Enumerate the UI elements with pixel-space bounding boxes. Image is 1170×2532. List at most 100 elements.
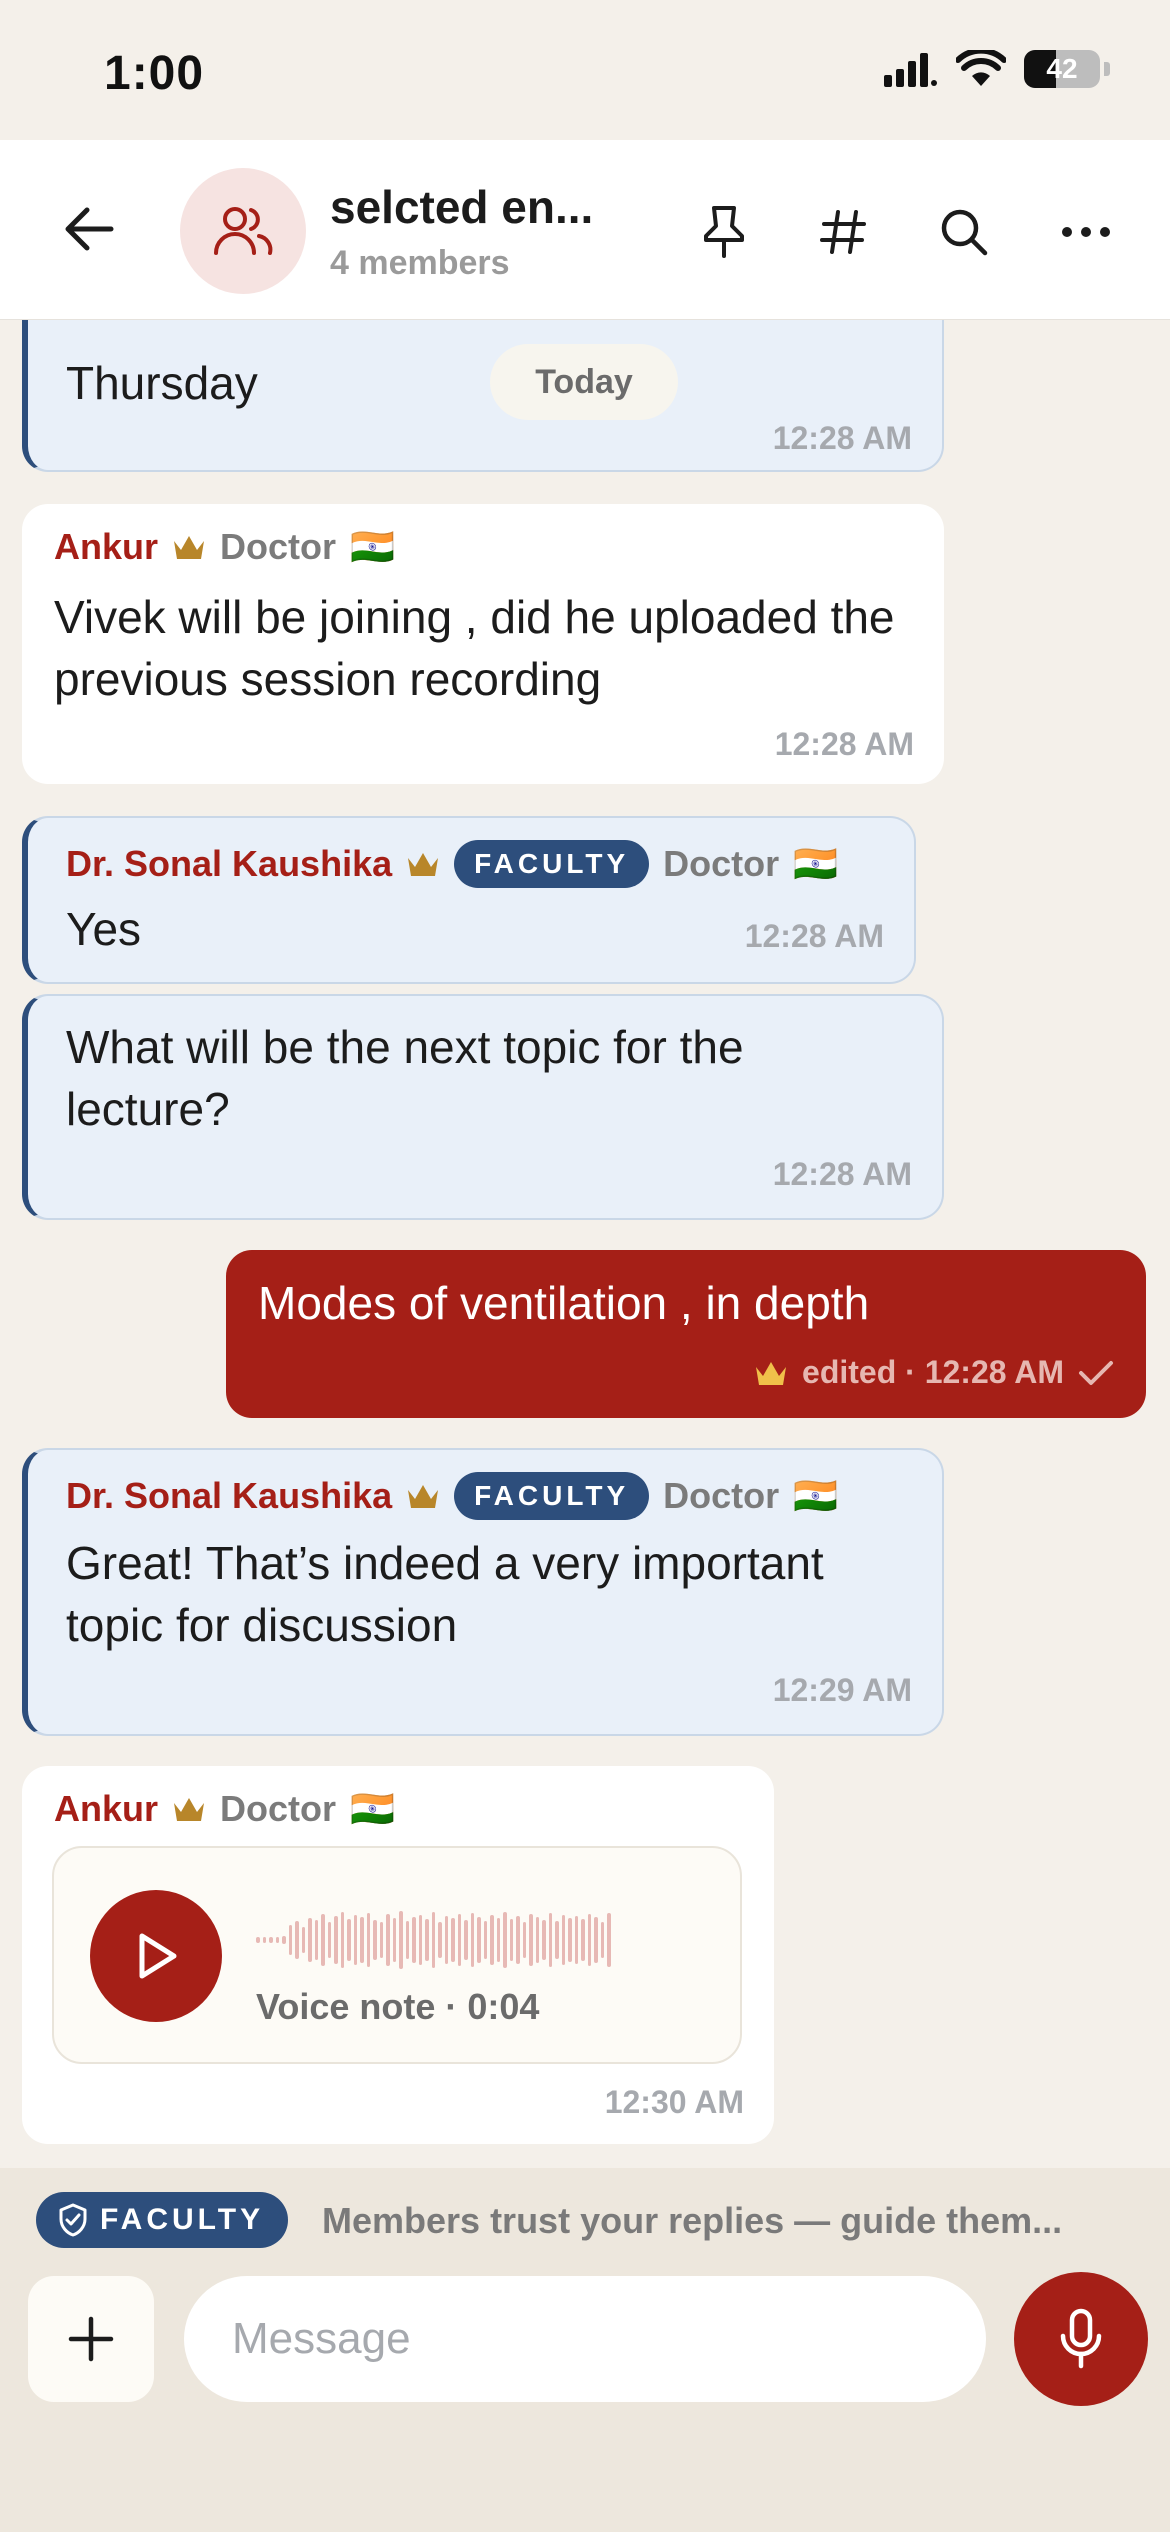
voice-note-label: Voice note · 0:04 [256,1986,540,2027]
message-bubble-faculty[interactable]: Dr. Sonal Kaushika FACULTY Doctor 🇮🇳 Gre… [22,1448,944,1736]
waveform-bar [451,1918,455,1962]
waveform-bar [587,1914,591,1966]
play-button[interactable] [90,1890,222,2022]
waveform-bar [399,1911,403,1969]
message-text: Thursday [66,357,258,409]
sender-role: Doctor [663,843,780,884]
waveform-bar [496,1918,500,1962]
message-meta: edited · 12:28 AM [754,1354,1114,1391]
crown-icon [408,1485,439,1508]
waveform-bar [438,1922,442,1958]
waveform-bar [295,1921,299,1959]
group-icon [214,207,273,255]
waveform-bar [373,1920,377,1960]
chat-header: selcted en... 4 members [0,140,1170,320]
faculty-badge: FACULTY [454,1472,650,1520]
checkmark-icon [1079,1360,1113,1385]
message-bubble-faculty[interactable]: Thursday 12:28 AM [22,320,944,472]
sender-row: Dr. Sonal Kaushika FACULTY Doctor 🇮🇳 [66,1472,838,1520]
more-button[interactable] [1054,200,1118,264]
message-bubble-voice[interactable]: Ankur Doctor 🇮🇳 Voice note · 0:04 12:30 … [22,1766,774,2144]
pin-icon [704,206,744,258]
message-time: 12:28 AM [774,726,914,762]
more-icon [1062,227,1110,237]
back-button[interactable] [56,196,122,262]
waveform-bar [334,1916,338,1964]
voice-record-button[interactable] [1014,2272,1148,2406]
crown-icon [756,1361,787,1385]
waveform[interactable] [256,1910,706,1970]
message-bubble-incoming[interactable]: Ankur Doctor 🇮🇳 Vivek will be joining , … [22,504,944,784]
message-text: What will be the next topic for the lect… [66,1021,744,1135]
crown-icon [174,536,205,559]
search-button[interactable] [932,200,996,264]
waveform-bar [542,1920,546,1960]
waveform-bar [516,1916,520,1964]
crown-icon [174,1798,205,1821]
status-time: 1:00 [104,47,205,100]
india-flag-icon: 🇮🇳 [350,1788,395,1829]
waveform-bar [444,1916,448,1964]
waveform-bar [282,1936,286,1944]
message-bubble-faculty[interactable]: What will be the next topic for the lect… [22,994,944,1220]
waveform-bar [464,1920,468,1960]
waveform-bar [509,1919,513,1961]
waveform-bar [561,1915,565,1965]
message-list[interactable]: Thursday 12:28 AM Today Ankur Doctor 🇮🇳 … [0,320,1170,2168]
faculty-banner-text: Members trust your replies — guide them.… [322,2200,1063,2241]
message-text: Vivek will be joining , did he uploaded … [54,591,895,705]
waveform-bar [529,1914,533,1966]
waveform-bar [353,1915,357,1965]
waveform-bar [256,1937,260,1943]
pin-button[interactable] [692,200,756,264]
waveform-bar [548,1913,552,1967]
message-text: Great! That’s indeed a very important to… [66,1537,824,1651]
waveform-bar [347,1919,351,1961]
waveform-bar [425,1919,429,1961]
waveform-bar [340,1912,344,1968]
waveform-bar [483,1921,487,1959]
search-icon [941,209,988,256]
sender-name[interactable]: Dr. Sonal Kaushika [66,843,392,885]
waveform-bar [457,1914,461,1966]
message-time: 12:30 AM [604,2084,744,2120]
faculty-badge: FACULTY [454,840,650,888]
message-bubble-outgoing[interactable]: Modes of ventilation , in depth edited ·… [226,1250,1146,1418]
plus-icon [68,2316,114,2362]
waveform-bar [360,1917,364,1963]
sender-role: Doctor [663,1475,780,1516]
waveform-bar [308,1918,312,1962]
message-input[interactable] [184,2276,986,2402]
waveform-bar [600,1922,604,1958]
composer [0,2268,1170,2532]
group-avatar[interactable] [180,168,306,294]
waveform-bar [555,1921,559,1959]
battery-icon: 42 [1024,50,1100,88]
sender-row: Ankur Doctor 🇮🇳 [54,526,395,568]
message-time: 12:29 AM [772,1672,912,1708]
waveform-bar [288,1925,292,1955]
waveform-bar [301,1927,305,1953]
waveform-bar [321,1914,325,1966]
india-flag-icon: 🇮🇳 [793,843,838,884]
india-flag-icon: 🇮🇳 [350,526,395,567]
message-text: Modes of ventilation , in depth [258,1277,870,1329]
attach-button[interactable] [28,2276,154,2402]
message-time: 12:28 AM [744,918,884,954]
waveform-bar [405,1921,409,1959]
sender-role: Doctor [220,526,337,567]
waveform-bar [568,1918,572,1962]
sender-name[interactable]: Ankur [54,1788,158,1830]
crown-icon [408,853,439,876]
channels-button[interactable] [812,200,876,264]
member-count[interactable]: 4 members [330,244,510,283]
waveform-bar [386,1914,390,1966]
sender-name[interactable]: Dr. Sonal Kaushika [66,1475,392,1517]
chat-title[interactable]: selcted en... [330,180,650,234]
sender-name[interactable]: Ankur [54,526,158,568]
waveform-bar [412,1917,416,1963]
message-bubble-faculty[interactable]: Dr. Sonal Kaushika FACULTY Doctor 🇮🇳 Yes… [22,816,916,984]
play-icon [139,1933,177,1979]
faculty-banner: FACULTY Members trust your replies — gui… [0,2168,1170,2268]
status-bar: 1:00 42 [0,0,1170,140]
